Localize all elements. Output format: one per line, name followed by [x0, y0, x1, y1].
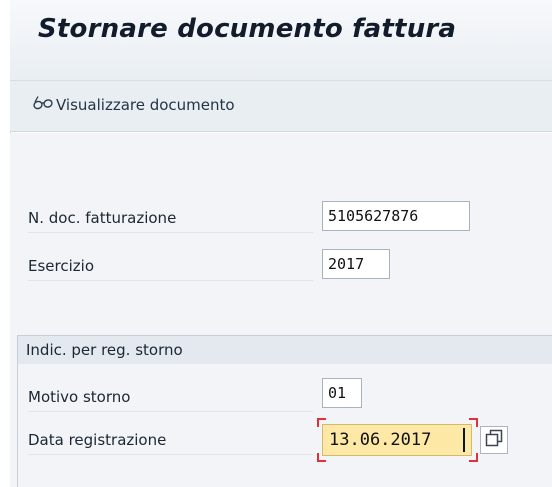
application-toolbar: Visualizzare documento	[10, 81, 552, 132]
focus-marker	[469, 418, 478, 427]
fiscal-year-label: Esercizio	[28, 251, 313, 281]
value-help-icon	[485, 429, 503, 451]
page-title: Stornare documento fattura	[38, 14, 457, 44]
posting-date-label: Data registrazione	[28, 425, 313, 455]
value-help-button[interactable]	[480, 426, 508, 454]
left-margin	[0, 0, 10, 487]
title-bar: Stornare documento fattura	[10, 0, 552, 81]
reversal-group-title: Indic. per reg. storno	[17, 335, 552, 365]
fiscal-year-input[interactable]: 2017	[322, 249, 390, 279]
text-cursor	[463, 428, 465, 452]
display-document-button[interactable]: Visualizzare documento	[32, 93, 235, 117]
glasses-icon	[32, 95, 56, 115]
billing-doc-label: N. doc. fatturazione	[28, 203, 313, 233]
posting-date-input[interactable]: 13.06.2017	[322, 424, 472, 456]
display-document-label: Visualizzare documento	[56, 96, 235, 114]
focus-marker	[317, 418, 326, 427]
reversal-reason-input[interactable]: 01	[322, 378, 362, 408]
reversal-reason-label: Motivo storno	[28, 382, 313, 412]
focus-marker	[317, 453, 326, 462]
billing-doc-input[interactable]: 5105627876	[322, 201, 470, 231]
focus-marker	[469, 453, 478, 462]
